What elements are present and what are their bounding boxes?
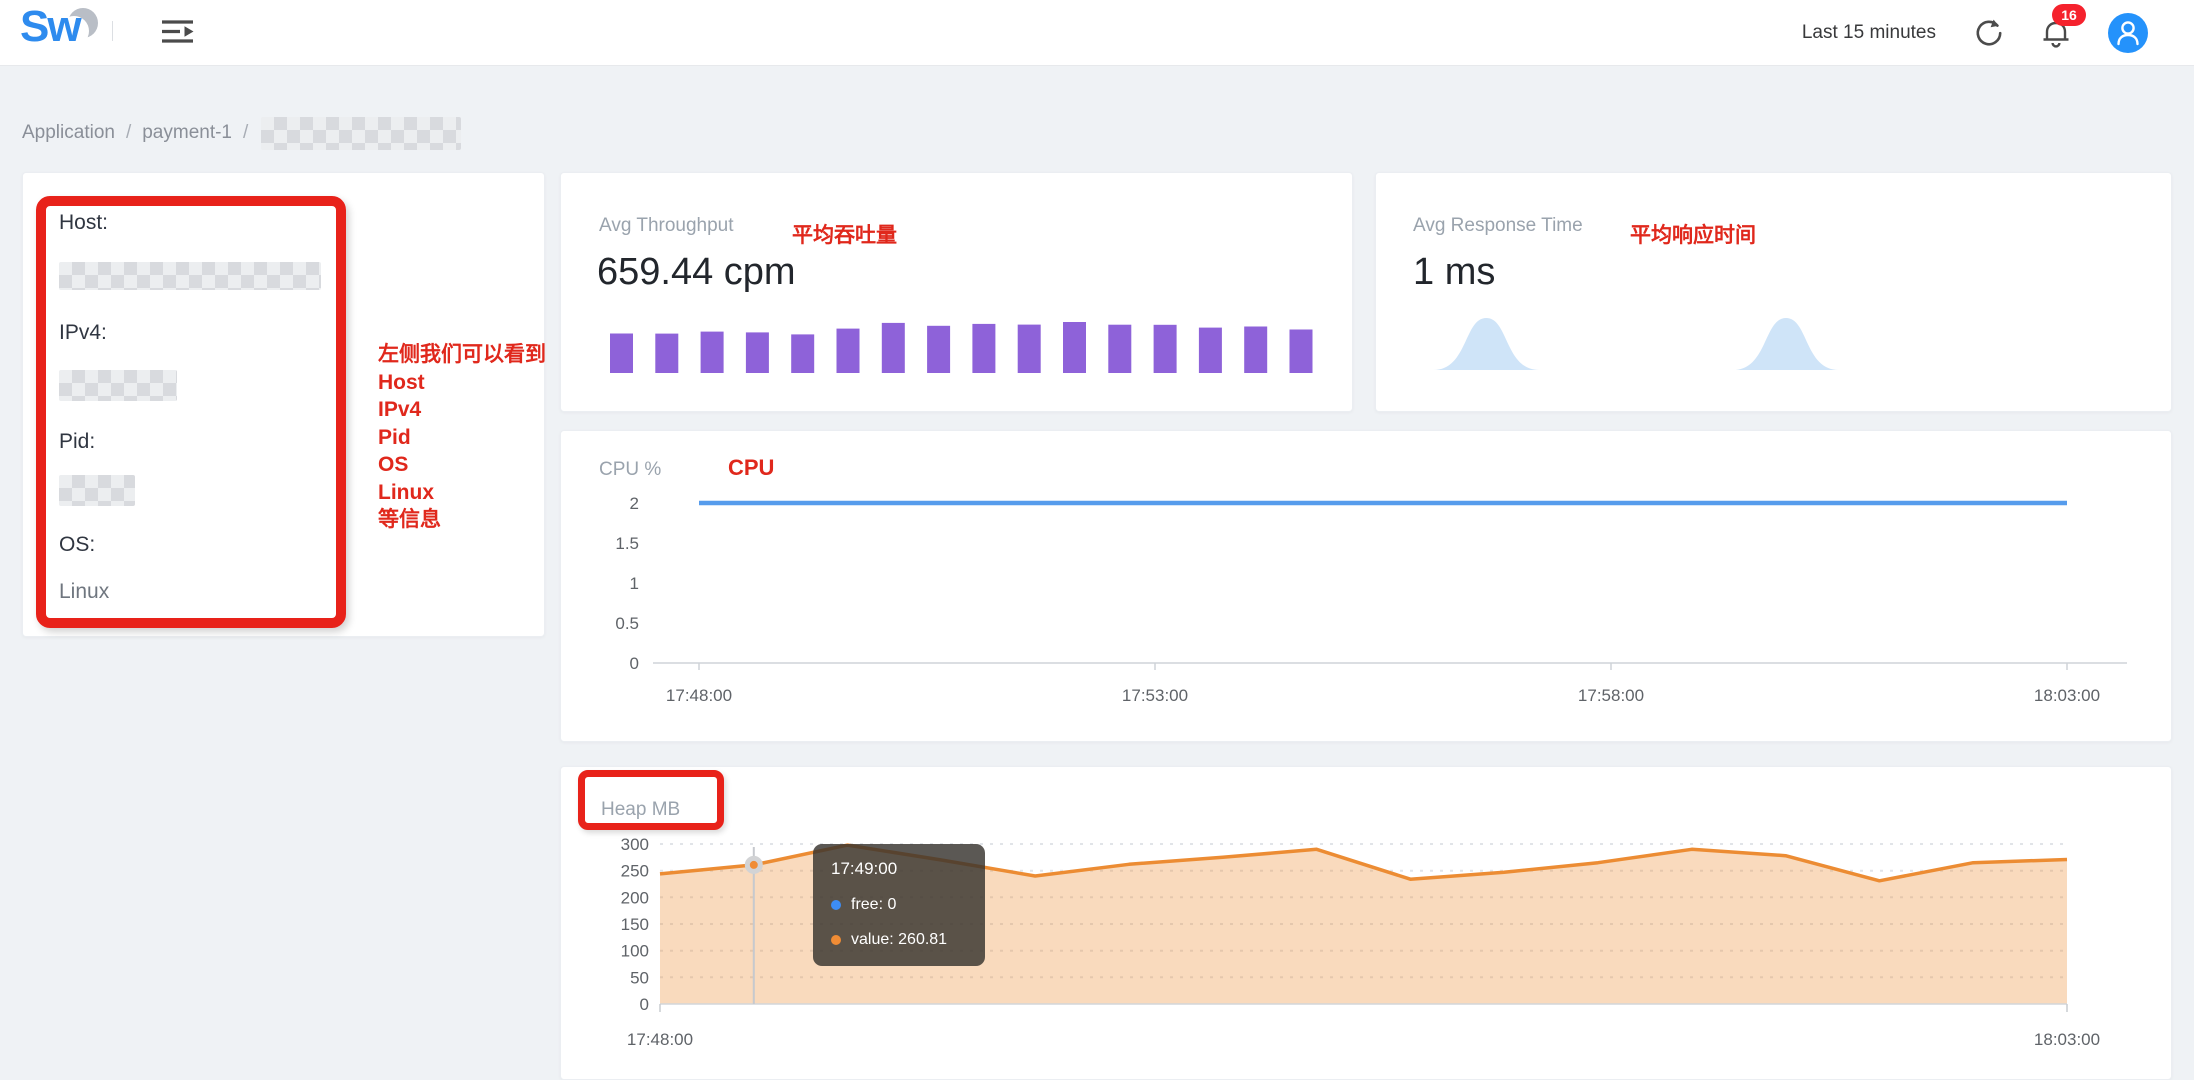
svg-text:18:03:00: 18:03:00 bbox=[2034, 686, 2100, 705]
collapse-menu-icon bbox=[160, 18, 196, 45]
tooltip-dot-free bbox=[831, 900, 841, 910]
time-range-selector[interactable]: Last 15 minutes bbox=[1802, 22, 1936, 44]
os-label: OS: bbox=[59, 533, 95, 557]
red-note-line: 左侧我们可以看到 bbox=[378, 341, 546, 369]
topbar-divider bbox=[112, 21, 113, 41]
top-bar: Sw Last 15 minutes 16 bbox=[0, 0, 2194, 66]
svg-text:0: 0 bbox=[640, 995, 649, 1014]
red-note-cpu: CPU bbox=[728, 455, 774, 481]
svg-text:2: 2 bbox=[630, 494, 639, 513]
response-card: Avg Response Time 1 ms bbox=[1375, 172, 2172, 412]
throughput-bar-chart bbox=[561, 173, 1354, 413]
svg-text:100: 100 bbox=[621, 942, 649, 961]
host-value-redacted bbox=[59, 262, 321, 290]
refresh-button[interactable] bbox=[1972, 16, 2004, 50]
host-label: Host: bbox=[59, 211, 108, 235]
svg-text:17:48:00: 17:48:00 bbox=[666, 686, 732, 705]
tooltip-row: free: 0 bbox=[831, 896, 967, 914]
refresh-icon bbox=[1972, 17, 2004, 49]
heap-card: Heap MB 30025020015010050017:48:0018:03:… bbox=[560, 766, 2172, 1080]
svg-text:250: 250 bbox=[621, 862, 649, 881]
tooltip-row-text: free: 0 bbox=[851, 896, 896, 914]
ipv4-label: IPv4: bbox=[59, 321, 107, 345]
red-note-response: 平均响应时间 bbox=[1630, 219, 1756, 249]
red-note-line: OS bbox=[378, 451, 546, 479]
svg-text:17:53:00: 17:53:00 bbox=[1122, 686, 1188, 705]
red-note-line: Linux bbox=[378, 479, 546, 507]
svg-text:150: 150 bbox=[621, 915, 649, 934]
svg-text:0.5: 0.5 bbox=[615, 614, 639, 633]
breadcrumb-item-payment-1[interactable]: payment-1 bbox=[142, 122, 232, 144]
svg-text:1: 1 bbox=[630, 574, 639, 593]
notification-badge: 16 bbox=[2052, 4, 2086, 26]
ipv4-value-redacted bbox=[59, 370, 177, 401]
pid-value-redacted bbox=[59, 475, 135, 506]
breadcrumb-separator: / bbox=[126, 122, 131, 144]
svg-text:200: 200 bbox=[621, 888, 649, 907]
user-icon bbox=[2108, 13, 2148, 53]
red-note-line: 等信息 bbox=[378, 506, 546, 534]
svg-text:17:58:00: 17:58:00 bbox=[1578, 686, 1644, 705]
svg-text:1.5: 1.5 bbox=[615, 534, 639, 553]
heap-tooltip: 17:49:00 free: 0 value: 260.81 bbox=[813, 844, 985, 966]
red-note-line: IPv4 bbox=[378, 396, 546, 424]
collapse-menu-button[interactable] bbox=[158, 14, 198, 48]
user-avatar[interactable] bbox=[2108, 13, 2148, 53]
svg-text:300: 300 bbox=[621, 835, 649, 854]
tooltip-time: 17:49:00 bbox=[831, 859, 967, 879]
os-value: Linux bbox=[59, 580, 109, 604]
breadcrumb: Application / payment-1 / bbox=[22, 116, 461, 150]
red-note-line: Pid bbox=[378, 424, 546, 452]
svg-text:18:03:00: 18:03:00 bbox=[2034, 1030, 2100, 1049]
breadcrumb-separator: / bbox=[243, 122, 248, 144]
svg-text:50: 50 bbox=[630, 968, 649, 987]
cpu-chart[interactable]: 2 1.5 1 0.5 0 17:48:00 17:53:00 17:58:00 18:03:0… bbox=[561, 431, 2173, 743]
breadcrumb-item-application[interactable]: Application bbox=[22, 122, 115, 144]
logo-text: Sw bbox=[20, 2, 80, 52]
red-note-throughput: 平均吞吐量 bbox=[792, 219, 897, 249]
breadcrumb-redacted-item bbox=[261, 117, 461, 150]
notifications-button[interactable]: 16 bbox=[2040, 16, 2072, 50]
response-spark-chart bbox=[1376, 173, 2173, 413]
tooltip-row-text: value: 260.81 bbox=[851, 931, 947, 949]
heap-chart[interactable]: 300 250 200 150 100 50 0 17:48:00 18:03:00 bbox=[561, 767, 2173, 1080]
red-note-line: Host bbox=[378, 369, 546, 397]
skywalking-logo[interactable]: Sw bbox=[20, 6, 120, 54]
throughput-card: Avg Throughput 659.44 cpm bbox=[560, 172, 1353, 412]
red-note-host: 左侧我们可以看到 Host IPv4 Pid OS Linux 等信息 bbox=[378, 341, 546, 534]
tooltip-dot-value bbox=[831, 935, 841, 945]
cpu-card: CPU % 21.510.5017:48:0017:53:0017:58:001… bbox=[560, 430, 2172, 742]
tooltip-row: value: 260.81 bbox=[831, 931, 967, 949]
svg-text:0: 0 bbox=[630, 654, 639, 673]
pid-label: Pid: bbox=[59, 430, 95, 454]
svg-text:17:48:00: 17:48:00 bbox=[627, 1030, 693, 1049]
